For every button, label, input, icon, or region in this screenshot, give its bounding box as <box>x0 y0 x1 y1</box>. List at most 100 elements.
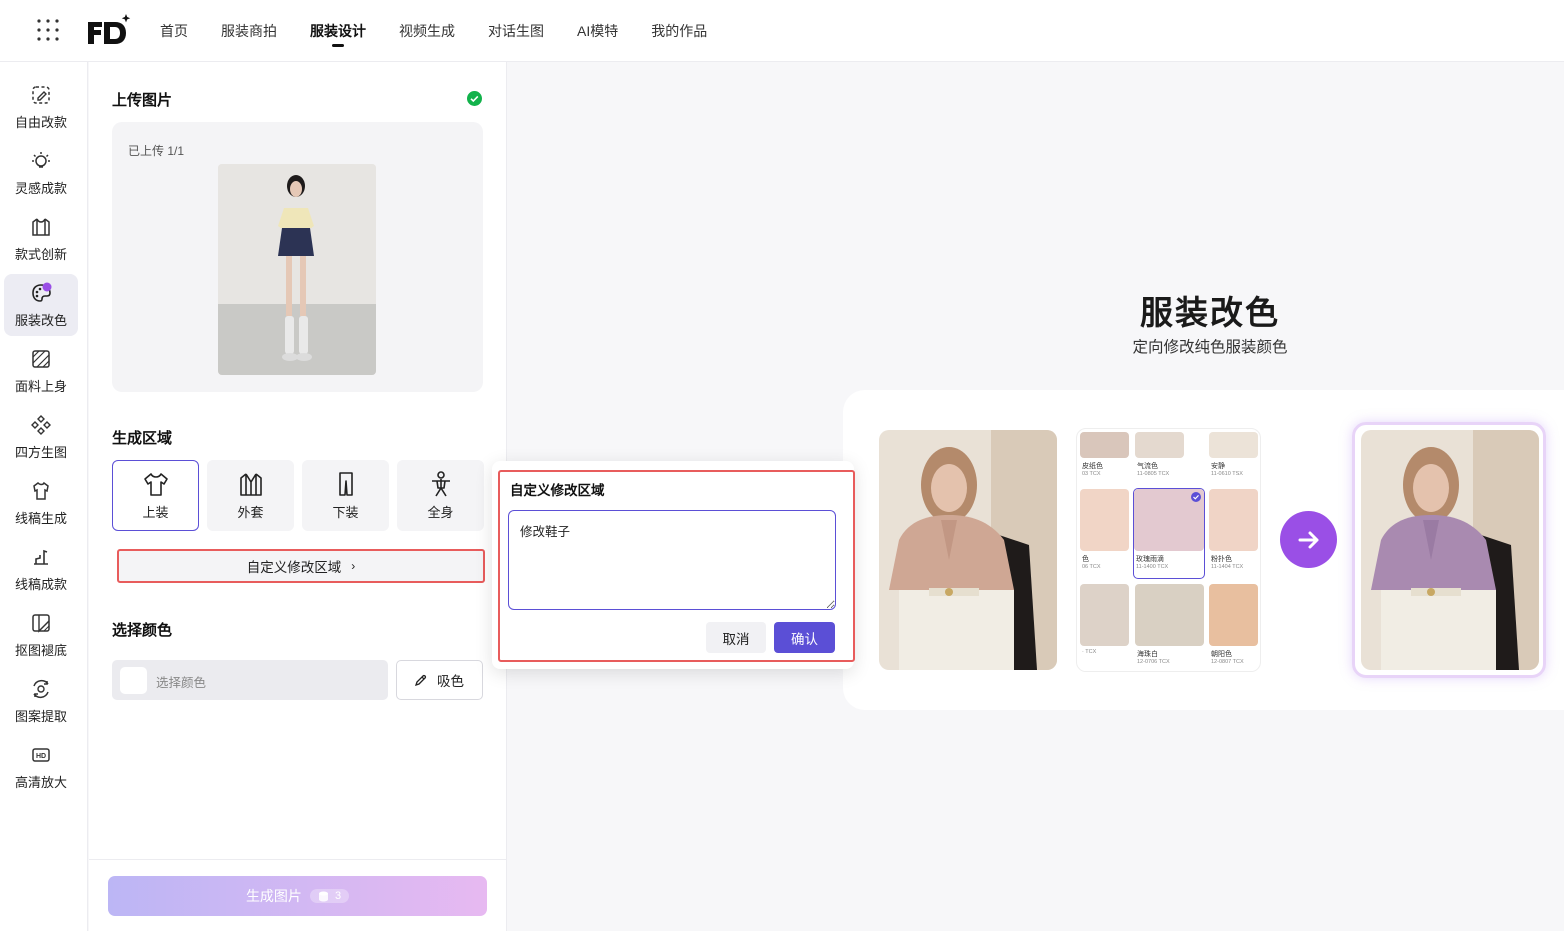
nav-product-shoot[interactable]: 服装商拍 <box>221 0 277 62</box>
sidebar-item-label: 高清放大 <box>14 774 67 790</box>
sidebar-item-label: 四方生图 <box>14 444 67 460</box>
area-option-label: 下装 <box>332 505 359 520</box>
garment-icon <box>32 217 50 236</box>
area-option-bottom[interactable]: 下装 <box>302 460 389 531</box>
cost-badge: 3 <box>309 889 350 903</box>
nav-home[interactable]: 首页 <box>160 0 188 62</box>
after-photo <box>1361 430 1539 670</box>
swatch-code: 11-0610 TSX <box>1211 471 1243 477</box>
nav-my-works[interactable]: 我的作品 <box>651 0 707 62</box>
palette-icon <box>32 282 52 302</box>
swatch-name: 海珠白 <box>1137 651 1158 658</box>
color-select-field[interactable]: 选择颜色 <box>112 660 388 700</box>
sidebar-item-cutout[interactable]: 抠图褪底 <box>4 604 78 666</box>
area-options: 上装 外套 下装 全身 <box>112 460 492 531</box>
edit-icon <box>32 85 50 104</box>
swatch-code: · TCX <box>1082 649 1097 655</box>
swatch-name: 皮纸色 <box>1082 463 1103 470</box>
sidebar-item-pattern[interactable]: 图案提取 <box>4 670 78 732</box>
sidebar-item-sketch-gen[interactable]: 线稿生成 <box>4 472 78 534</box>
uploaded-image-thumbnail[interactable] <box>218 164 376 375</box>
area-option-top[interactable]: 上装 <box>112 460 199 531</box>
cutout-icon <box>32 613 50 633</box>
sketch-icon <box>33 481 49 500</box>
custom-area-button[interactable]: 自定义修改区域 › <box>117 549 485 583</box>
swatch-item-selected[interactable]: 玫瑰雨滴 11-1400 TCX <box>1133 488 1205 579</box>
area-option-label: 外套 <box>237 505 264 520</box>
upload-area[interactable]: 已上传 1/1 <box>112 122 483 392</box>
nav-chat-image[interactable]: 对话生图 <box>488 0 544 62</box>
settings-panel: 上传图片 已上传 1/1 生成区域 上装 外套 下装 全身 自定义修改区域 › … <box>89 62 507 931</box>
sidebar-item-hd-upscale[interactable]: HD 高清放大 <box>4 736 78 798</box>
eyedropper-button[interactable]: 吸色 <box>396 660 483 700</box>
custom-area-textarea[interactable]: 修改鞋子 <box>508 510 836 610</box>
coat-icon <box>239 473 262 496</box>
sidebar-item-style-innovation[interactable]: 款式创新 <box>4 208 78 270</box>
cost-value: 3 <box>334 890 342 902</box>
color-swatch <box>120 667 147 694</box>
apps-grid-icon[interactable] <box>36 18 60 42</box>
swatch-name: 粉扑色 <box>1211 556 1232 563</box>
swatch-name: 朝阳色 <box>1211 651 1232 658</box>
diamond-grid-icon <box>31 414 51 435</box>
sketch-style-icon <box>34 549 48 565</box>
swatch-color <box>1080 432 1129 458</box>
sidebar-item-label: 款式创新 <box>14 246 67 262</box>
nav-fashion-design[interactable]: 服装设计 <box>310 0 366 62</box>
sidebar-item-four-way[interactable]: 四方生图 <box>4 406 78 468</box>
swatch-code: 03 TCX <box>1082 471 1101 477</box>
cancel-button[interactable]: 取消 <box>706 622 766 653</box>
swatch-color <box>1080 584 1129 646</box>
sidebar-item-free-edit[interactable]: 自由改款 <box>4 76 78 138</box>
swatch-item: 海珠白 12-0706 TCX <box>1135 584 1204 671</box>
swatch-code: 11-0805 TCX <box>1137 471 1170 477</box>
sidebar-item-fabric[interactable]: 面料上身 <box>4 340 78 402</box>
coin-stack-icon <box>318 891 328 901</box>
sidebar-item-inspiration[interactable]: 灵感成款 <box>4 142 78 204</box>
confirm-button[interactable]: 确认 <box>774 622 835 653</box>
nav-video-gen[interactable]: 视频生成 <box>399 0 455 62</box>
pattern-icon <box>33 679 49 698</box>
page-subtitle: 定向修改纯色服装颜色 <box>1132 339 1288 356</box>
swatch-color <box>1209 489 1258 551</box>
arrow-right-button <box>1280 511 1337 568</box>
color-title: 选择颜色 <box>112 622 173 639</box>
shirt-icon <box>143 473 168 496</box>
nav-ai-model[interactable]: AI模特 <box>577 0 618 62</box>
sidebar-item-recolor[interactable]: 服装改色 <box>4 274 78 336</box>
popup-title: 自定义修改区域 <box>510 483 605 498</box>
hd-icon: HD <box>32 747 50 762</box>
swatch-color <box>1134 489 1204 551</box>
main-nav: 首页 服装商拍 服装设计 视频生成 对话生图 AI模特 我的作品 <box>160 0 740 62</box>
panel-divider <box>89 859 507 860</box>
upload-title: 上传图片 <box>112 92 173 109</box>
upload-count: 已上传 1/1 <box>128 144 185 158</box>
swatch-name: 玫瑰雨滴 <box>1136 556 1164 563</box>
sidebar-item-label: 自由改款 <box>14 114 67 130</box>
area-option-coat[interactable]: 外套 <box>207 460 294 531</box>
swatch-color <box>1209 584 1258 646</box>
sidebar-item-label: 线稿成款 <box>14 576 67 592</box>
model-photo <box>218 164 376 375</box>
swatch-color <box>1080 489 1129 551</box>
color-swatch-grid: 皮纸色 03 TCX 气流色 11-0805 TCX 安静 11-0610 TSX 色… <box>1076 428 1261 672</box>
swatch-code: 11-1400 TCX <box>1136 564 1169 570</box>
swatch-color <box>1135 584 1204 646</box>
fabric-icon <box>32 349 50 368</box>
before-photo <box>879 430 1057 670</box>
sidebar-item-label: 抠图褪底 <box>14 642 67 658</box>
area-option-label: 上装 <box>142 505 169 520</box>
swatch-item: · TCX <box>1080 584 1129 671</box>
tool-sidebar: 自由改款 灵感成款 款式创新 服装改色 面料上身 四方生图 线稿生成 线稿成款 … <box>0 62 88 931</box>
swatch-item: 粉扑色 11-1404 TCX <box>1209 489 1258 577</box>
area-option-label: 全身 <box>427 505 454 520</box>
sidebar-item-label: 服装改色 <box>14 312 67 328</box>
sidebar-item-sketch-style[interactable]: 线稿成款 <box>4 538 78 600</box>
area-title: 生成区域 <box>112 430 173 447</box>
generate-button[interactable]: 生成图片 3 <box>108 876 487 916</box>
color-placeholder: 选择颜色 <box>156 676 207 690</box>
sidebar-item-label: 线稿生成 <box>14 510 67 526</box>
swatch-code: 12-0807 TCX <box>1211 659 1244 665</box>
area-option-full-body[interactable]: 全身 <box>397 460 484 531</box>
brand-logo[interactable] <box>86 12 132 46</box>
